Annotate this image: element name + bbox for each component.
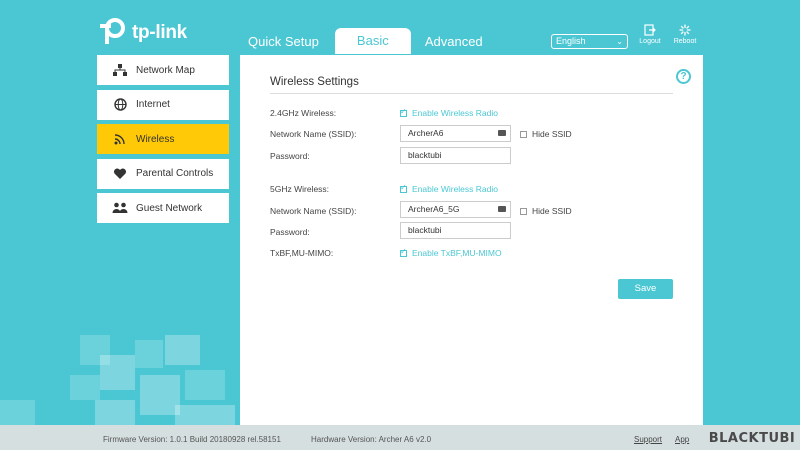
wireless-icon (112, 132, 128, 146)
globe-icon (112, 98, 128, 112)
mimo-enable-checkbox[interactable]: Enable TxBF,MU-MIMO (400, 247, 502, 258)
checkbox-checked-icon (400, 107, 407, 117)
top-tabs: Quick Setup Basic Advanced (240, 28, 491, 54)
save-button[interactable]: Save (618, 279, 673, 299)
keyboard-icon (498, 130, 506, 136)
tab-advanced[interactable]: Advanced (417, 30, 491, 54)
band24-label: 2.4GHz Wireless: (270, 108, 337, 118)
band5-hide-ssid-label: Hide SSID (532, 206, 572, 216)
sidebar-item-network-map[interactable]: Network Map (97, 55, 229, 85)
sidebar-item-label: Wireless (136, 133, 175, 145)
sidebar-item-label: Network Map (136, 64, 195, 76)
logout-button[interactable]: Logout (635, 24, 665, 45)
band5-password-value: blacktubi (408, 225, 442, 235)
band24-hide-ssid-label: Hide SSID (532, 129, 572, 139)
sidebar-item-internet[interactable]: Internet (97, 89, 229, 120)
footer: Firmware Version: 1.0.1 Build 20180928 r… (0, 425, 800, 450)
network-map-icon (112, 63, 128, 77)
checkbox-unchecked-icon (520, 130, 527, 138)
checkbox-checked-icon (400, 183, 407, 193)
background-decoration (135, 340, 163, 368)
checkbox-checked-icon (400, 247, 407, 257)
mimo-label: TxBF,MU-MIMO: (270, 248, 334, 258)
language-select[interactable]: English ⌄ (551, 34, 628, 49)
page-title: Wireless Settings (270, 76, 359, 88)
band5-ssid-label: Network Name (SSID): (270, 206, 357, 216)
reboot-icon (679, 24, 691, 36)
tab-quick-setup[interactable]: Quick Setup (240, 30, 327, 54)
band24-password-input[interactable]: blacktubi (400, 147, 511, 164)
firmware-version: Firmware Version: 1.0.1 Build 20180928 r… (103, 435, 281, 444)
sidebar-item-label: Guest Network (136, 202, 203, 214)
background-decoration (100, 355, 135, 390)
logout-label: Logout (639, 38, 661, 45)
tab-basic[interactable]: Basic (334, 28, 411, 54)
background-decoration (70, 375, 100, 400)
band24-enable-label: Enable Wireless Radio (412, 108, 498, 118)
keyboard-icon (498, 206, 506, 212)
heart-icon (112, 167, 128, 181)
band5-ssid-input[interactable]: ArcherA6_5G (400, 201, 511, 218)
sidebar: Network Map Internet Wireless Parental C… (97, 55, 229, 228)
tp-link-logo-icon (98, 18, 128, 48)
background-decoration (95, 400, 135, 425)
band5-enable-checkbox[interactable]: Enable Wireless Radio (400, 183, 498, 194)
band5-password-label: Password: (270, 227, 310, 237)
band5-password-input[interactable]: blacktubi (400, 222, 511, 239)
app-link[interactable]: App (675, 435, 689, 444)
logout-icon (644, 24, 656, 36)
logo-text: tp-link (132, 22, 187, 43)
background-decoration (140, 375, 180, 415)
band5-ssid-value: ArcherA6_5G (408, 204, 460, 214)
background-decoration (175, 405, 235, 425)
band5-enable-label: Enable Wireless Radio (412, 184, 498, 194)
band24-password-value: blacktubi (408, 150, 442, 160)
checkbox-unchecked-icon (520, 207, 527, 215)
sidebar-item-guest-network[interactable]: Guest Network (97, 193, 229, 223)
reboot-label: Reboot (673, 38, 697, 45)
sidebar-item-label: Internet (136, 99, 170, 110)
band5-label: 5GHz Wireless: (270, 184, 330, 194)
hardware-version: Hardware Version: Archer A6 v2.0 (311, 435, 432, 444)
language-value: English (556, 36, 586, 46)
sidebar-item-parental-controls[interactable]: Parental Controls (97, 158, 229, 189)
band5-hide-ssid-checkbox[interactable]: Hide SSID (520, 206, 572, 216)
band24-password-label: Password: (270, 151, 310, 161)
main-panel: ? Wireless Settings 2.4GHz Wireless: Ena… (240, 55, 703, 425)
background-decoration (0, 400, 35, 425)
sidebar-item-wireless[interactable]: Wireless (97, 124, 229, 154)
chevron-down-icon: ⌄ (616, 37, 623, 46)
band24-enable-checkbox[interactable]: Enable Wireless Radio (400, 107, 498, 118)
help-icon[interactable]: ? (676, 69, 691, 84)
reboot-button[interactable]: Reboot (670, 24, 700, 45)
divider (270, 93, 673, 94)
band24-ssid-value: ArcherA6 (408, 128, 444, 138)
tp-link-logo: tp-link (98, 18, 187, 48)
band24-ssid-input[interactable]: ArcherA6 (400, 125, 511, 142)
background-decoration (185, 370, 225, 400)
guest-users-icon (112, 201, 128, 215)
band24-ssid-label: Network Name (SSID): (270, 129, 357, 139)
background-decoration (165, 335, 200, 365)
band24-hide-ssid-checkbox[interactable]: Hide SSID (520, 129, 572, 139)
sidebar-item-label: Parental Controls (136, 168, 214, 179)
watermark: BLACKTUBI (704, 427, 800, 450)
mimo-enable-label: Enable TxBF,MU-MIMO (412, 248, 502, 258)
support-link[interactable]: Support (634, 435, 662, 444)
